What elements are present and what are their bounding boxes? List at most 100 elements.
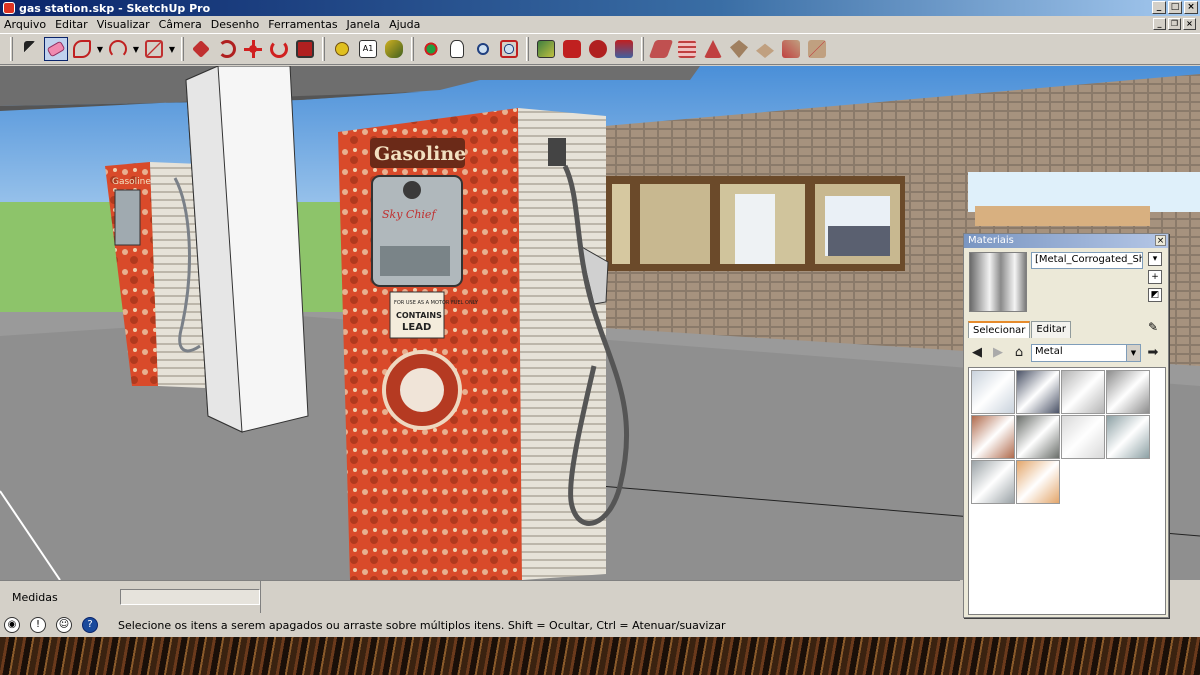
rotate-icon xyxy=(270,40,288,58)
drape-icon xyxy=(756,43,774,58)
zoom-tool[interactable] xyxy=(471,37,495,61)
material-swatch[interactable] xyxy=(1061,415,1105,459)
material-swatch[interactable] xyxy=(971,460,1015,504)
maximize-button[interactable]: □ xyxy=(1168,1,1182,14)
scale-tool[interactable] xyxy=(293,37,317,61)
materials-title-bar[interactable]: Materiais × xyxy=(964,234,1168,248)
eraser-tool[interactable] xyxy=(44,37,68,61)
orbit-tool[interactable] xyxy=(419,37,443,61)
pump-label-big2: LEAD xyxy=(402,322,431,333)
status-hint: Selecione os itens a serem apagados ou a… xyxy=(118,618,726,632)
tab-editar[interactable]: Editar xyxy=(1031,321,1072,338)
warehouse-share-tool[interactable] xyxy=(586,37,610,61)
sandbox-drape-tool[interactable] xyxy=(753,37,777,61)
minimize-button[interactable]: _ xyxy=(1152,1,1166,14)
pump-sign: Gasoline xyxy=(374,143,466,165)
material-swatch[interactable] xyxy=(1016,415,1060,459)
arc-dropdown[interactable]: ▼ xyxy=(131,37,141,61)
stamp-icon xyxy=(730,40,748,58)
material-swatch[interactable] xyxy=(1016,370,1060,414)
doc-restore-button[interactable]: ❐ xyxy=(1168,18,1181,30)
material-swatch[interactable] xyxy=(971,415,1015,459)
sandbox-stamp-tool[interactable] xyxy=(727,37,751,61)
follow-me-icon xyxy=(218,40,236,58)
sandbox-flip-tool[interactable] xyxy=(805,37,829,61)
library-select[interactable]: Metal ▼ xyxy=(1031,344,1141,362)
material-swatch[interactable] xyxy=(1106,415,1150,459)
sandbox-smoove-tool[interactable] xyxy=(648,37,674,61)
line-tool[interactable] xyxy=(142,37,166,61)
menu-janela[interactable]: Janela xyxy=(347,18,381,31)
material-swatch[interactable] xyxy=(971,370,1015,414)
home-icon[interactable]: ⌂ xyxy=(1010,344,1028,362)
layout-send-tool[interactable] xyxy=(612,37,636,61)
menu-ferramentas[interactable]: Ferramentas xyxy=(268,18,337,31)
details-arrow-icon[interactable]: ➡ xyxy=(1144,344,1162,362)
material-swatch[interactable] xyxy=(1106,370,1150,414)
back-arrow-icon[interactable]: ◀ xyxy=(968,344,986,362)
arc-tool[interactable] xyxy=(106,37,130,61)
material-swatch[interactable] xyxy=(1016,460,1060,504)
pump-brand: Sky Chief xyxy=(382,208,437,221)
pan-tool[interactable] xyxy=(445,37,469,61)
menu-visualizar[interactable]: Visualizar xyxy=(97,18,150,31)
create-material-icon[interactable]: + xyxy=(1148,270,1162,284)
eyedropper-icon[interactable]: ✎ xyxy=(1148,320,1164,336)
warehouse-get-icon xyxy=(563,40,581,58)
sandbox-scratch-tool[interactable] xyxy=(675,37,699,61)
menu-desenho[interactable]: Desenho xyxy=(211,18,259,31)
follow-me-tool[interactable] xyxy=(215,37,239,61)
zoom-extents-icon xyxy=(500,40,518,58)
chevron-down-icon: ▼ xyxy=(1126,345,1140,361)
measurements-divider xyxy=(260,581,261,613)
move-tool[interactable] xyxy=(241,37,265,61)
push-pull-tool[interactable] xyxy=(189,37,213,61)
line-dropdown[interactable]: ▼ xyxy=(167,37,177,61)
credits-icon[interactable]: ! xyxy=(30,617,46,633)
help-icon[interactable]: ? xyxy=(82,617,98,633)
status-bar: ◉ ! ☺ ? Selecione os itens a serem apaga… xyxy=(0,613,960,637)
freehand-dropdown[interactable]: ▼ xyxy=(95,37,105,61)
material-name-field[interactable]: [Metal_Corrogated_Shiny] xyxy=(1031,252,1143,269)
paint-bucket-tool[interactable] xyxy=(382,37,406,61)
material-swatch[interactable] xyxy=(1061,370,1105,414)
tab-selecionar[interactable]: Selecionar xyxy=(968,321,1031,338)
select-tool[interactable] xyxy=(18,37,42,61)
text-tool[interactable]: A1 xyxy=(356,37,380,61)
zoom-extents-tool[interactable] xyxy=(497,37,521,61)
menu-ajuda[interactable]: Ajuda xyxy=(389,18,420,31)
menu-arquivo[interactable]: Arquivo xyxy=(4,18,46,31)
rotate-tool[interactable] xyxy=(267,37,291,61)
toolbar-grip[interactable] xyxy=(10,37,13,61)
text-label-icon: A1 xyxy=(359,40,377,58)
menu-editar[interactable]: Editar xyxy=(55,18,88,31)
measurements-label: Medidas xyxy=(12,591,58,604)
sketchup-icon xyxy=(3,2,15,14)
sandbox-grid-icon xyxy=(678,40,696,58)
far-pump-sign: Gasoline xyxy=(112,177,151,187)
sandbox-smoove-2-tool[interactable] xyxy=(701,37,725,61)
freehand-tool[interactable] xyxy=(70,37,94,61)
window-title: gas station.skp - SketchUp Pro xyxy=(19,1,211,15)
sandbox-detail-tool[interactable] xyxy=(779,37,803,61)
arc-icon xyxy=(109,40,127,58)
menu-bar: Arquivo Editar Visualizar Câmera Desenho… xyxy=(0,16,1200,33)
doc-minimize-button[interactable]: _ xyxy=(1153,18,1166,30)
geolocation-icon[interactable]: ◉ xyxy=(4,617,20,633)
warehouse-get-tool[interactable] xyxy=(560,37,584,61)
smoove-icon xyxy=(704,40,722,58)
measurements-input[interactable] xyxy=(120,589,260,605)
close-button[interactable]: × xyxy=(1184,1,1198,14)
measurements-bar: Medidas xyxy=(0,580,960,613)
map-tool[interactable] xyxy=(534,37,558,61)
forward-arrow-icon[interactable]: ▶ xyxy=(989,344,1007,362)
tape-measure-tool[interactable] xyxy=(330,37,354,61)
doc-close-button[interactable]: × xyxy=(1183,18,1196,30)
user-icon[interactable]: ☺ xyxy=(56,617,72,633)
menu-camera[interactable]: Câmera xyxy=(159,18,202,31)
title-bar: gas station.skp - SketchUp Pro _ □ × xyxy=(0,0,1200,16)
default-material-icon[interactable]: ◩ xyxy=(1148,288,1162,302)
toolbar-grip-5 xyxy=(526,37,529,61)
materials-close-button[interactable]: × xyxy=(1155,235,1166,246)
display-secondary-icon[interactable]: ▾ xyxy=(1148,252,1162,266)
